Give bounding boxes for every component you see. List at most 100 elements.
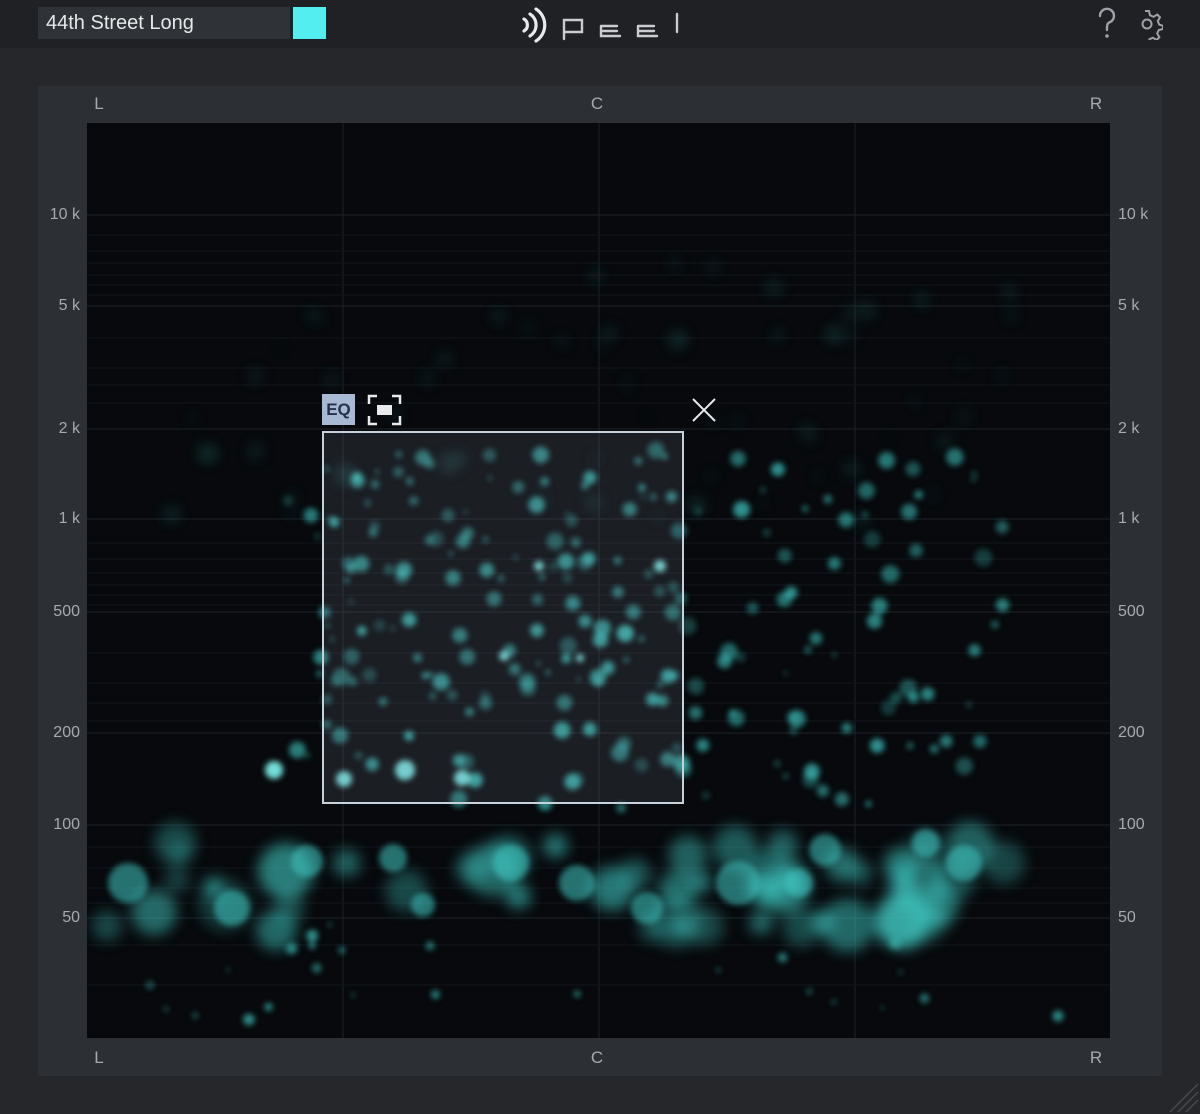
particle-320 xyxy=(707,261,720,274)
selection-region[interactable] xyxy=(322,431,684,804)
particle-385 xyxy=(192,1012,199,1019)
particle-77 xyxy=(841,722,852,734)
particle-180 xyxy=(616,802,627,813)
particle-337 xyxy=(420,371,435,386)
particle-328 xyxy=(916,293,929,306)
particle-46 xyxy=(588,865,636,913)
particle-367 xyxy=(1052,1010,1064,1022)
particle-94 xyxy=(965,701,973,709)
particle-122 xyxy=(995,520,1009,534)
freq-label-left-500: 500 xyxy=(53,603,80,620)
particle-56 xyxy=(214,890,250,926)
particle-383 xyxy=(308,941,316,950)
particle-178 xyxy=(729,709,736,716)
particle-387 xyxy=(880,1005,885,1010)
particle-69 xyxy=(995,598,1010,612)
resize-grip-icon[interactable] xyxy=(1164,1078,1200,1114)
particle-67 xyxy=(946,845,982,881)
pan-label-top-left: L xyxy=(94,94,104,113)
freq-label-left-100: 100 xyxy=(53,816,80,833)
freq-label-left-10k: 10 k xyxy=(49,206,80,223)
close-icon[interactable] xyxy=(690,396,718,424)
particle-0 xyxy=(91,910,123,942)
particle-331 xyxy=(669,331,687,349)
particle-39 xyxy=(889,877,922,910)
particle-59 xyxy=(411,893,435,917)
particle-52 xyxy=(747,913,770,935)
particle-114 xyxy=(834,792,849,807)
particle-136 xyxy=(789,726,798,735)
question-icon[interactable] xyxy=(1094,6,1120,40)
particle-186 xyxy=(878,452,895,469)
particle-349 xyxy=(555,335,568,348)
particle-149 xyxy=(974,548,993,567)
particle-302 xyxy=(621,377,634,391)
freq-label-right-100: 100 xyxy=(1118,816,1145,833)
particle-130 xyxy=(866,613,883,629)
particle-368 xyxy=(431,990,440,999)
particle-378 xyxy=(350,992,356,998)
particle-343 xyxy=(187,413,197,423)
pan-label-top-center: C xyxy=(590,94,604,113)
particle-113 xyxy=(785,586,798,599)
color-swatch[interactable] xyxy=(293,7,326,39)
particle-152 xyxy=(838,512,854,528)
particle-115 xyxy=(862,512,868,518)
particle-307 xyxy=(1007,311,1017,321)
particle-157 xyxy=(735,652,746,663)
particle-315 xyxy=(936,433,954,450)
particle-374 xyxy=(163,1006,169,1012)
particle-321 xyxy=(438,352,451,366)
particle-326 xyxy=(765,279,783,296)
gear-icon[interactable] xyxy=(1131,8,1163,40)
freq-label-left-5k: 5 k xyxy=(58,297,80,314)
particle-314 xyxy=(843,307,857,320)
pan-label-bottom-center: C xyxy=(590,1048,604,1067)
particle-123 xyxy=(303,507,319,523)
particle-132 xyxy=(696,738,710,752)
freq-label-right-5k: 5 k xyxy=(1118,297,1140,314)
particle-86 xyxy=(939,734,953,748)
particle-386 xyxy=(425,941,435,951)
particle-384 xyxy=(311,963,322,973)
particle-116 xyxy=(746,602,759,614)
particle-91 xyxy=(914,490,923,499)
particle-329 xyxy=(772,330,784,341)
particle-49 xyxy=(689,870,712,893)
particle-104 xyxy=(871,597,888,615)
particle-106 xyxy=(802,505,809,512)
focus-frame-icon[interactable] xyxy=(366,393,403,427)
particle-187 xyxy=(920,687,935,701)
particle-98 xyxy=(786,710,799,724)
particle-330 xyxy=(602,326,617,341)
particle-90 xyxy=(929,744,939,754)
particle-382 xyxy=(831,999,837,1005)
particle-370 xyxy=(889,937,902,950)
particle-309 xyxy=(522,323,534,335)
particle-34 xyxy=(543,833,568,858)
particle-44 xyxy=(782,909,820,947)
particle-80 xyxy=(688,706,703,720)
particle-338 xyxy=(163,506,180,522)
sound-waves-icon xyxy=(522,7,547,43)
eq-button[interactable]: EQ xyxy=(322,394,355,425)
particle-333 xyxy=(317,316,326,324)
particle-366 xyxy=(225,967,231,973)
particle-334 xyxy=(759,500,766,507)
particle-174 xyxy=(881,700,896,716)
particle-173 xyxy=(991,620,999,629)
particle-377 xyxy=(806,988,813,995)
particle-299 xyxy=(597,342,606,350)
particle-325 xyxy=(491,310,505,323)
particle-317 xyxy=(886,433,894,440)
preset-name-field[interactable]: 44th Street Long xyxy=(38,7,290,39)
particle-61 xyxy=(559,865,595,901)
particle-347 xyxy=(279,344,286,351)
particle-108 xyxy=(955,757,973,775)
particle-351 xyxy=(307,310,318,320)
pan-label-bottom-right: R xyxy=(1089,1048,1103,1067)
particle-127 xyxy=(869,738,885,753)
particle-159 xyxy=(816,784,829,797)
particle-170 xyxy=(828,557,841,570)
particle-340 xyxy=(198,444,217,463)
